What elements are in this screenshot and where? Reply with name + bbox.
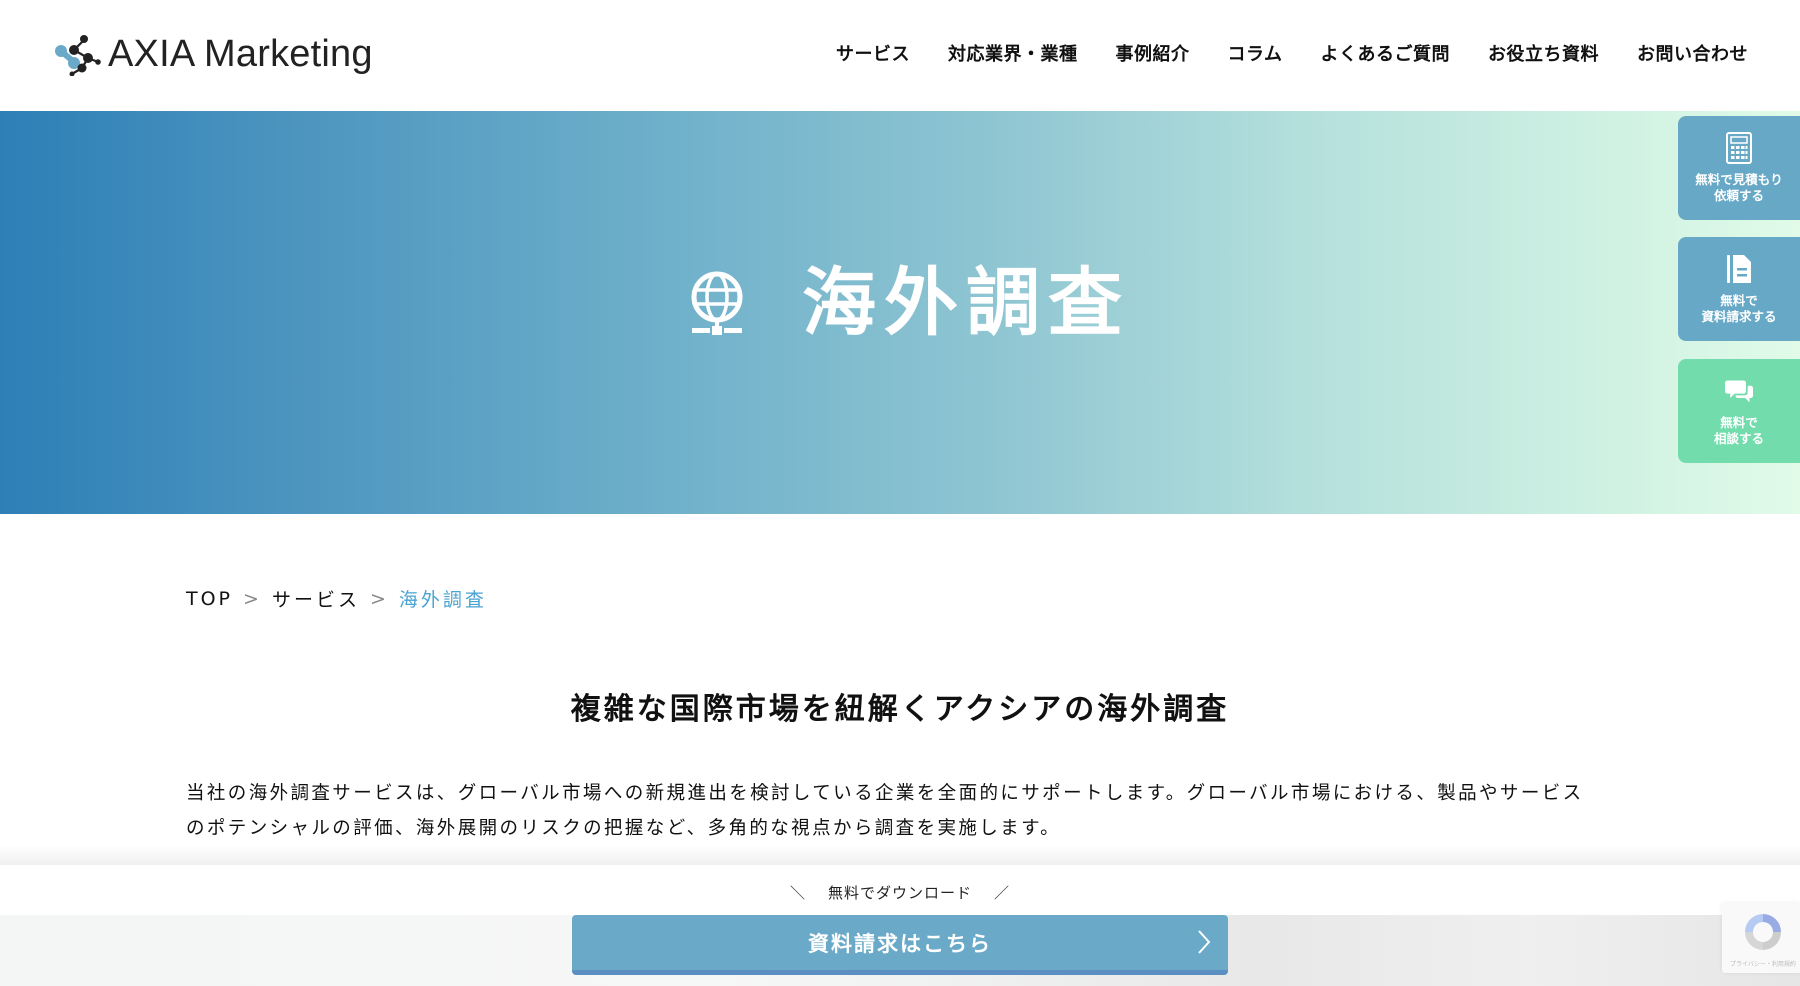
intro-line-2: のポテンシャルの評価、海外展開のリスクの把握など、多角的な視点から調査を実施しま… [186,818,1062,839]
recaptcha-badge[interactable]: プライバシー・利用規約 [1722,903,1800,973]
document-icon [1727,255,1751,284]
breadcrumb-separator: > [243,587,262,610]
hero-banner: 海外調査 [0,111,1800,514]
breadcrumb-top[interactable]: TOP [186,588,233,610]
nav-item-case-studies[interactable]: 事例紹介 [1116,40,1190,66]
page-title: 海外調査 [802,260,1130,346]
cta-label: 資料請求はこちら [808,931,992,956]
main-nav: サービス 対応業界・業種 事例紹介 コラム よくあるご質問 お役立ち資料 お問い… [798,40,1748,66]
chat-bubbles-icon [1725,380,1753,403]
breadcrumb-current: 海外調査 [398,589,487,611]
document-request-button[interactable]: 無料で 資料請求する [1678,237,1800,341]
logo-text: AXIA Marketing [108,32,373,75]
nav-item-faq[interactable]: よくあるご質問 [1321,40,1451,66]
breadcrumb-services[interactable]: サービス [272,585,360,612]
note-right-mark: ／ [994,884,1011,902]
nav-item-services[interactable]: サービス [836,40,910,66]
consultation-label: 無料で 相談する [1713,415,1764,446]
calculator-icon [1726,132,1752,165]
nav-item-resources[interactable]: お役立ち資料 [1488,40,1599,66]
note-text: 無料でダウンロード [827,884,972,902]
globe-icon [691,271,743,335]
free-download-note: ＼ 無料でダウンロード ／ [0,882,1800,903]
hero-title-group: 海外調査 [688,266,1130,340]
document-request-cta-button[interactable]: 資料請求はこちら [572,915,1228,975]
breadcrumb-separator: > [369,587,389,610]
nav-item-industries[interactable]: 対応業界・業種 [948,40,1078,66]
document-request-label: 無料で 資料請求する [1701,293,1777,324]
logo[interactable]: AXIA Marketing [52,28,373,80]
recaptcha-icon [1745,914,1781,950]
intro-paragraph: 当社の海外調査サービスは、グローバル市場への新規進出を検討している企業を全面的に… [186,776,1616,846]
note-left-mark: ＼ [789,884,806,902]
section-heading: 複雑な国際市場を紐解くアクシアの海外調査 [570,692,1230,727]
estimate-request-button[interactable]: 無料で見積もり 依頼する [1678,116,1800,220]
site-header: AXIA Marketing サービス 対応業界・業種 事例紹介 コラム よくあ… [0,0,1800,111]
recaptcha-text[interactable]: プライバシー・利用規約 [1730,959,1796,968]
breadcrumb: TOP > サービス > 海外調査 [186,585,487,612]
logo-molecule-icon [55,35,101,76]
nav-item-column[interactable]: コラム [1228,40,1283,66]
nav-item-contact[interactable]: お問い合わせ [1637,40,1748,66]
intro-line-1: 当社の海外調査サービスは、グローバル市場への新規進出を検討している企業を全面的に… [186,783,1584,804]
chevron-right-icon [1198,930,1211,954]
consultation-button[interactable]: 無料で 相談する [1678,359,1800,463]
estimate-request-label: 無料で見積もり 依頼する [1695,172,1783,203]
sticky-bar-shadow [0,845,1800,865]
